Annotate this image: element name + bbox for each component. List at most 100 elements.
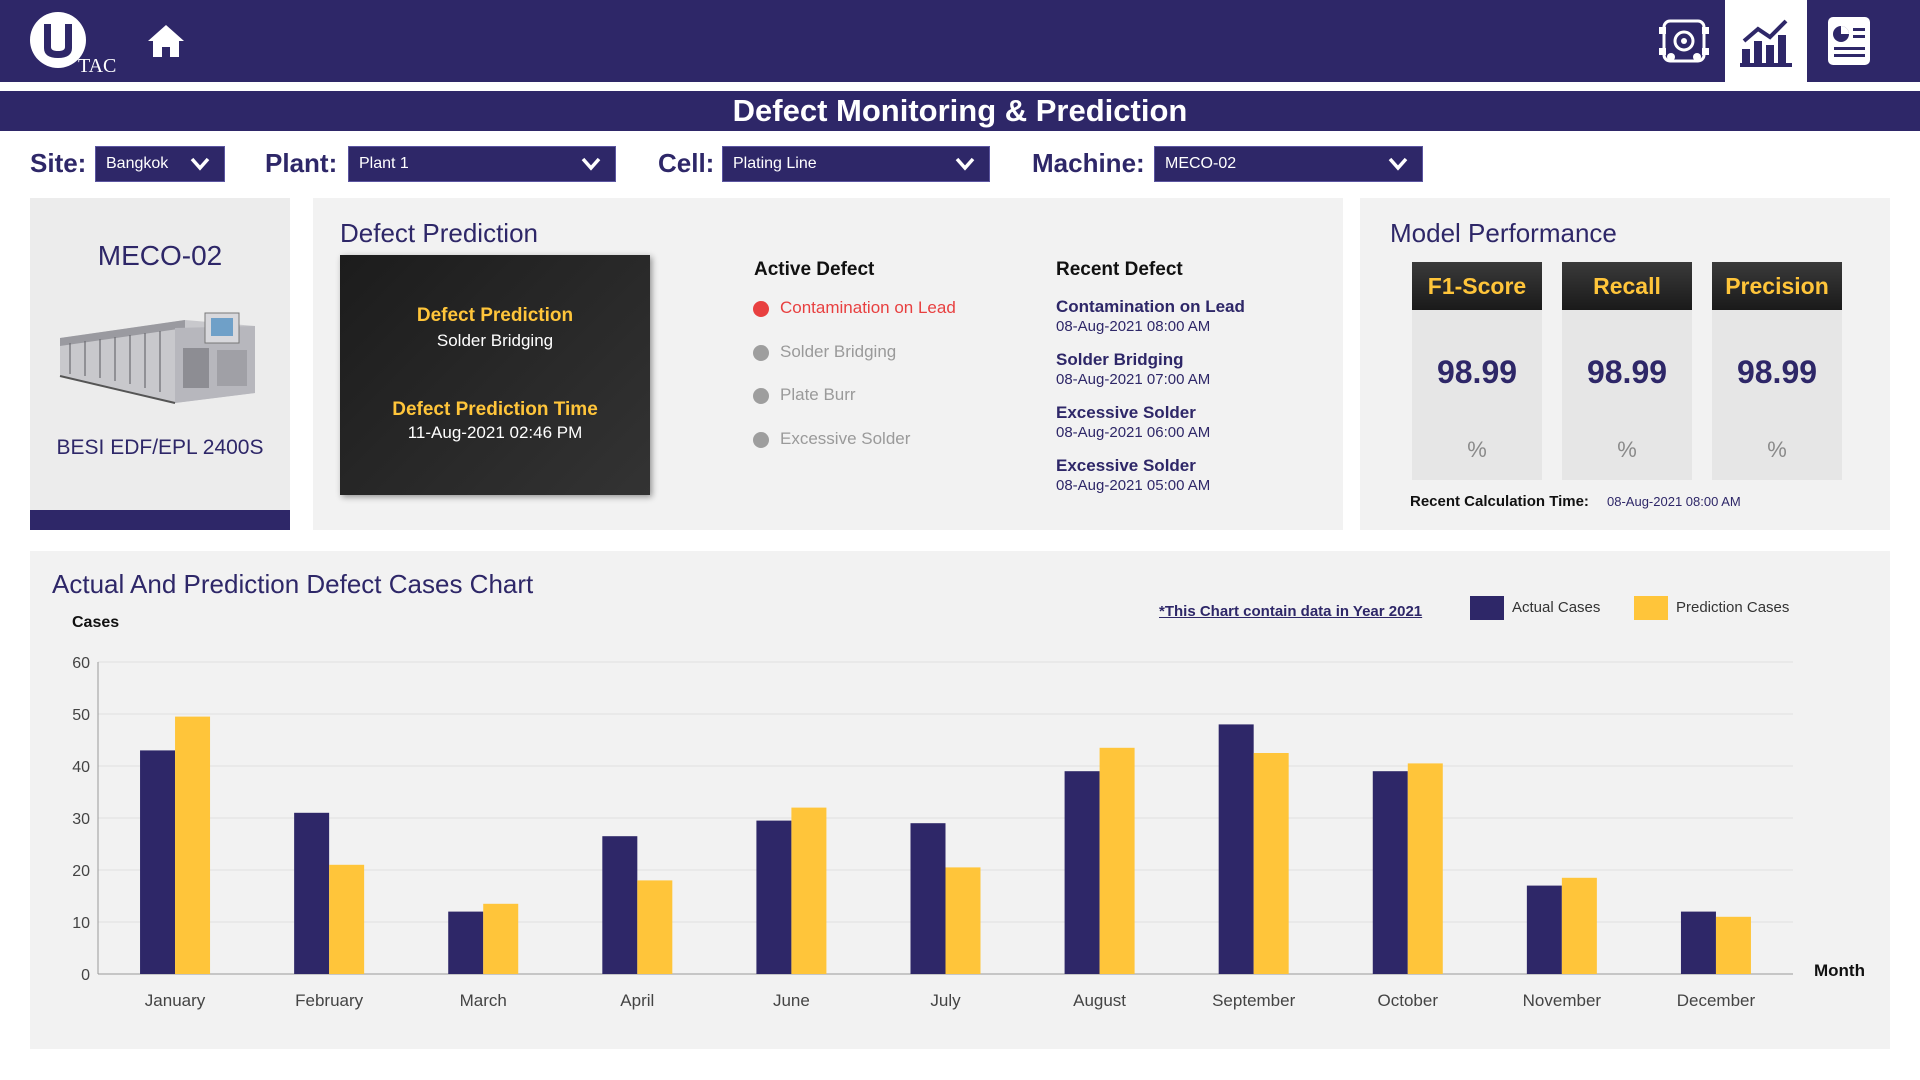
cell-dropdown[interactable]: Plating Line bbox=[722, 146, 990, 182]
machine-dropdown[interactable]: MECO-02 bbox=[1154, 146, 1423, 182]
machine-settings-button[interactable] bbox=[1643, 0, 1725, 82]
metric-unit: % bbox=[1467, 437, 1487, 462]
prediction-cases-bar bbox=[791, 807, 827, 974]
y-axis-label: Cases bbox=[72, 614, 119, 631]
machine-card-footer bbox=[30, 510, 290, 530]
prediction-cases-bar bbox=[175, 716, 211, 974]
y-tick-label: 30 bbox=[72, 811, 90, 828]
prediction-cases-bar bbox=[1715, 916, 1751, 974]
chevron-down-icon bbox=[190, 157, 210, 171]
x-axis-label: Month bbox=[1814, 961, 1865, 980]
defect-cases-chart-panel: Actual And Prediction Defect Cases Chart… bbox=[30, 551, 1890, 1049]
machine-value: MECO-02 bbox=[1165, 155, 1237, 172]
recent-defect-name: Contamination on Lead bbox=[1056, 297, 1245, 316]
precision-card: Precision 98.99 % bbox=[1712, 262, 1842, 480]
y-tick-label: 0 bbox=[81, 967, 90, 984]
metric-label: F1-Score bbox=[1412, 262, 1542, 310]
recall-card: Recall 98.99 % bbox=[1562, 262, 1692, 480]
actual-cases-bar bbox=[1218, 724, 1254, 974]
machine-name: MECO-02 bbox=[97, 240, 223, 271]
report-button[interactable] bbox=[1808, 0, 1890, 82]
actual-cases-bar bbox=[1372, 771, 1408, 974]
dashboard-button[interactable] bbox=[1725, 0, 1807, 82]
recent-defect-time: 08-Aug-2021 08:00 AM bbox=[1056, 318, 1211, 335]
y-tick-label: 60 bbox=[72, 655, 90, 672]
metric-value: 98.99 bbox=[1736, 354, 1818, 390]
prediction-cases-bar bbox=[1561, 877, 1597, 974]
actual-cases-bar bbox=[1064, 771, 1100, 974]
recent-defect-item: Contamination on Lead 08-Aug-2021 08:00 … bbox=[1056, 297, 1245, 335]
active-defect-heading: Active Defect bbox=[754, 259, 875, 280]
y-tick-label: 40 bbox=[72, 759, 90, 776]
calc-time-label: Recent Calculation Time: bbox=[1410, 493, 1589, 510]
recent-defect-item: Excessive Solder 08-Aug-2021 06:00 AM bbox=[1056, 403, 1210, 441]
page-title: Defect Monitoring & Prediction bbox=[0, 91, 1920, 131]
recent-defect-time: 08-Aug-2021 06:00 AM bbox=[1056, 424, 1211, 441]
site-value: Bangkok bbox=[106, 155, 169, 172]
actual-cases-bar bbox=[602, 836, 638, 974]
status-dot-icon bbox=[753, 388, 769, 404]
recent-defect-name: Excessive Solder bbox=[1056, 456, 1196, 475]
actual-cases-bar bbox=[910, 823, 946, 974]
metric-value: 98.99 bbox=[1436, 354, 1518, 390]
home-icon[interactable] bbox=[147, 24, 185, 58]
plant-value: Plant 1 bbox=[359, 155, 409, 172]
x-tick-label: June bbox=[773, 991, 810, 1010]
cell-value: Plating Line bbox=[733, 155, 817, 172]
site-label: Site: bbox=[30, 148, 87, 178]
defect-prediction-panel: Defect Prediction Defect Prediction Sold… bbox=[313, 198, 1343, 530]
company-logo: TAC bbox=[30, 10, 125, 77]
plant-dropdown[interactable]: Plant 1 bbox=[348, 146, 616, 182]
x-tick-label: October bbox=[1378, 991, 1439, 1010]
prediction-label: Defect Prediction bbox=[416, 305, 574, 326]
metric-label: Precision bbox=[1712, 262, 1842, 310]
recent-defect-name: Solder Bridging bbox=[1056, 350, 1184, 369]
machine-settings-icon bbox=[1659, 19, 1709, 63]
plant-label: Plant: bbox=[265, 148, 338, 178]
prediction-value: Solder Bridging bbox=[436, 331, 554, 350]
top-navigation-bar: TAC bbox=[0, 0, 1920, 82]
calc-time-value: 08-Aug-2021 08:00 AM bbox=[1607, 494, 1741, 509]
report-icon bbox=[1828, 17, 1870, 65]
prediction-cases-bar bbox=[945, 867, 981, 974]
x-tick-label: December bbox=[1677, 991, 1756, 1010]
metric-value: 98.99 bbox=[1586, 354, 1668, 390]
actual-cases-bar bbox=[294, 812, 330, 974]
status-dot-icon bbox=[753, 432, 769, 448]
f1-score-card: F1-Score 98.99 % bbox=[1412, 262, 1542, 480]
logo-text: TAC bbox=[78, 55, 116, 76]
machine-image bbox=[55, 298, 265, 408]
x-tick-label: September bbox=[1212, 991, 1295, 1010]
model-performance-panel: Model Performance F1-Score 98.99 % Recal… bbox=[1360, 198, 1890, 530]
machine-label: Machine: bbox=[1032, 148, 1145, 178]
prediction-time-label: Defect Prediction Time bbox=[392, 399, 598, 420]
x-tick-label: November bbox=[1523, 991, 1602, 1010]
prediction-cases-bar bbox=[329, 864, 365, 974]
machine-model: BESI EDF/EPL 2400S bbox=[56, 436, 264, 459]
site-dropdown[interactable]: Bangkok bbox=[95, 146, 225, 182]
chevron-down-icon bbox=[1388, 157, 1408, 171]
actual-cases-bar bbox=[448, 911, 484, 974]
x-tick-label: April bbox=[620, 991, 654, 1010]
actual-cases-bar bbox=[1680, 911, 1716, 974]
x-tick-label: January bbox=[145, 991, 206, 1010]
recent-defect-time: 08-Aug-2021 07:00 AM bbox=[1056, 371, 1211, 388]
recent-defect-item: Solder Bridging 08-Aug-2021 07:00 AM bbox=[1056, 350, 1210, 388]
actual-cases-bar bbox=[756, 820, 792, 974]
recent-defect-item: Excessive Solder 08-Aug-2021 05:00 AM bbox=[1056, 456, 1210, 494]
y-tick-label: 20 bbox=[72, 863, 90, 880]
cell-label: Cell: bbox=[658, 148, 715, 178]
active-defect-label: Plate Burr bbox=[780, 385, 856, 404]
x-tick-label: March bbox=[460, 991, 507, 1010]
model-performance-title: Model Performance bbox=[1390, 218, 1617, 248]
prediction-cases-bar bbox=[1407, 763, 1443, 974]
prediction-box: Defect Prediction Solder Bridging Defect… bbox=[340, 255, 650, 495]
metric-unit: % bbox=[1617, 437, 1637, 462]
active-defect-label: Excessive Solder bbox=[780, 429, 911, 448]
recent-defect-time: 08-Aug-2021 05:00 AM bbox=[1056, 477, 1211, 494]
x-tick-label: August bbox=[1073, 991, 1126, 1010]
actual-cases-bar bbox=[140, 750, 176, 974]
actual-cases-bar bbox=[1526, 885, 1562, 974]
status-dot-icon bbox=[753, 345, 769, 361]
chevron-down-icon bbox=[581, 157, 601, 171]
